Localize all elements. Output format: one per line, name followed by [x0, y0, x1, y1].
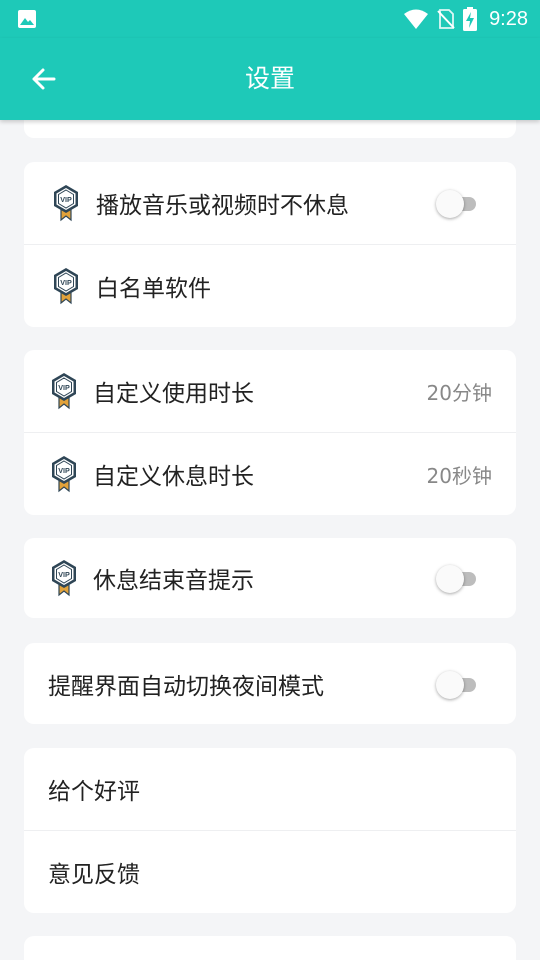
- setting-label: 播放音乐或视频时不休息: [96, 193, 349, 219]
- rest-duration-value: 20秒钟: [426, 463, 492, 488]
- vip-badge-icon: [50, 559, 78, 597]
- setting-whitelist[interactable]: 白名单软件: [24, 244, 516, 327]
- setting-label: 提醒界面自动切换夜间模式: [48, 673, 324, 700]
- status-bar: 9:28: [0, 0, 540, 38]
- settings-list[interactable]: 播放音乐或视频时不休息 白名单软件 自定义使用时长 20分钟 自定义休息时长 2…: [0, 120, 540, 960]
- rest-end-sound-toggle[interactable]: [436, 565, 476, 593]
- battery-charging-icon: [463, 7, 478, 31]
- setting-rest-duration[interactable]: 自定义休息时长 20秒钟: [24, 432, 516, 515]
- vip-badge-icon: [52, 267, 80, 305]
- setting-label: 白名单软件: [96, 276, 211, 302]
- usage-duration-value: 20分钟: [426, 380, 492, 405]
- settings-card-durations: 自定义使用时长 20分钟 自定义休息时长 20秒钟: [24, 350, 516, 515]
- app-bar: 设置: [0, 38, 540, 120]
- setting-label: 自定义休息时长: [93, 464, 254, 490]
- setting-pause-on-media[interactable]: 播放音乐或视频时不休息: [24, 162, 516, 244]
- setting-label: 自定义使用时长: [93, 381, 254, 407]
- setting-usage-duration[interactable]: 自定义使用时长 20分钟: [24, 350, 516, 432]
- setting-label: 休息结束音提示: [93, 568, 254, 594]
- vip-badge-icon: [50, 372, 78, 410]
- settings-card-night: 提醒界面自动切换夜间模式: [24, 643, 516, 724]
- wifi-icon: [404, 9, 429, 29]
- setting-rate[interactable]: 给个好评: [24, 748, 516, 830]
- setting-label: 给个好评: [48, 779, 140, 805]
- image-icon: [18, 10, 36, 28]
- setting-rest-end-sound[interactable]: 休息结束音提示: [24, 538, 516, 618]
- no-sim-icon: [437, 9, 455, 29]
- auto-night-mode-toggle[interactable]: [436, 671, 476, 699]
- setting-label: 意见反馈: [48, 862, 140, 888]
- pause-on-media-toggle[interactable]: [436, 190, 476, 218]
- settings-card-feedback: 给个好评 意见反馈: [24, 748, 516, 913]
- setting-auto-night-mode[interactable]: 提醒界面自动切换夜间模式: [24, 643, 516, 724]
- settings-card-previous: [24, 120, 516, 138]
- status-icons: 9:28: [403, 6, 528, 32]
- status-time: 9:28: [489, 7, 528, 30]
- settings-card-sound: 休息结束音提示: [24, 538, 516, 618]
- settings-card-next: [24, 936, 516, 960]
- vip-badge-icon: [50, 455, 78, 493]
- settings-card-media: 播放音乐或视频时不休息 白名单软件: [24, 162, 516, 327]
- page-title: 设置: [244, 64, 295, 93]
- setting-feedback[interactable]: 意见反馈: [24, 830, 516, 913]
- vip-badge-icon: [52, 184, 80, 222]
